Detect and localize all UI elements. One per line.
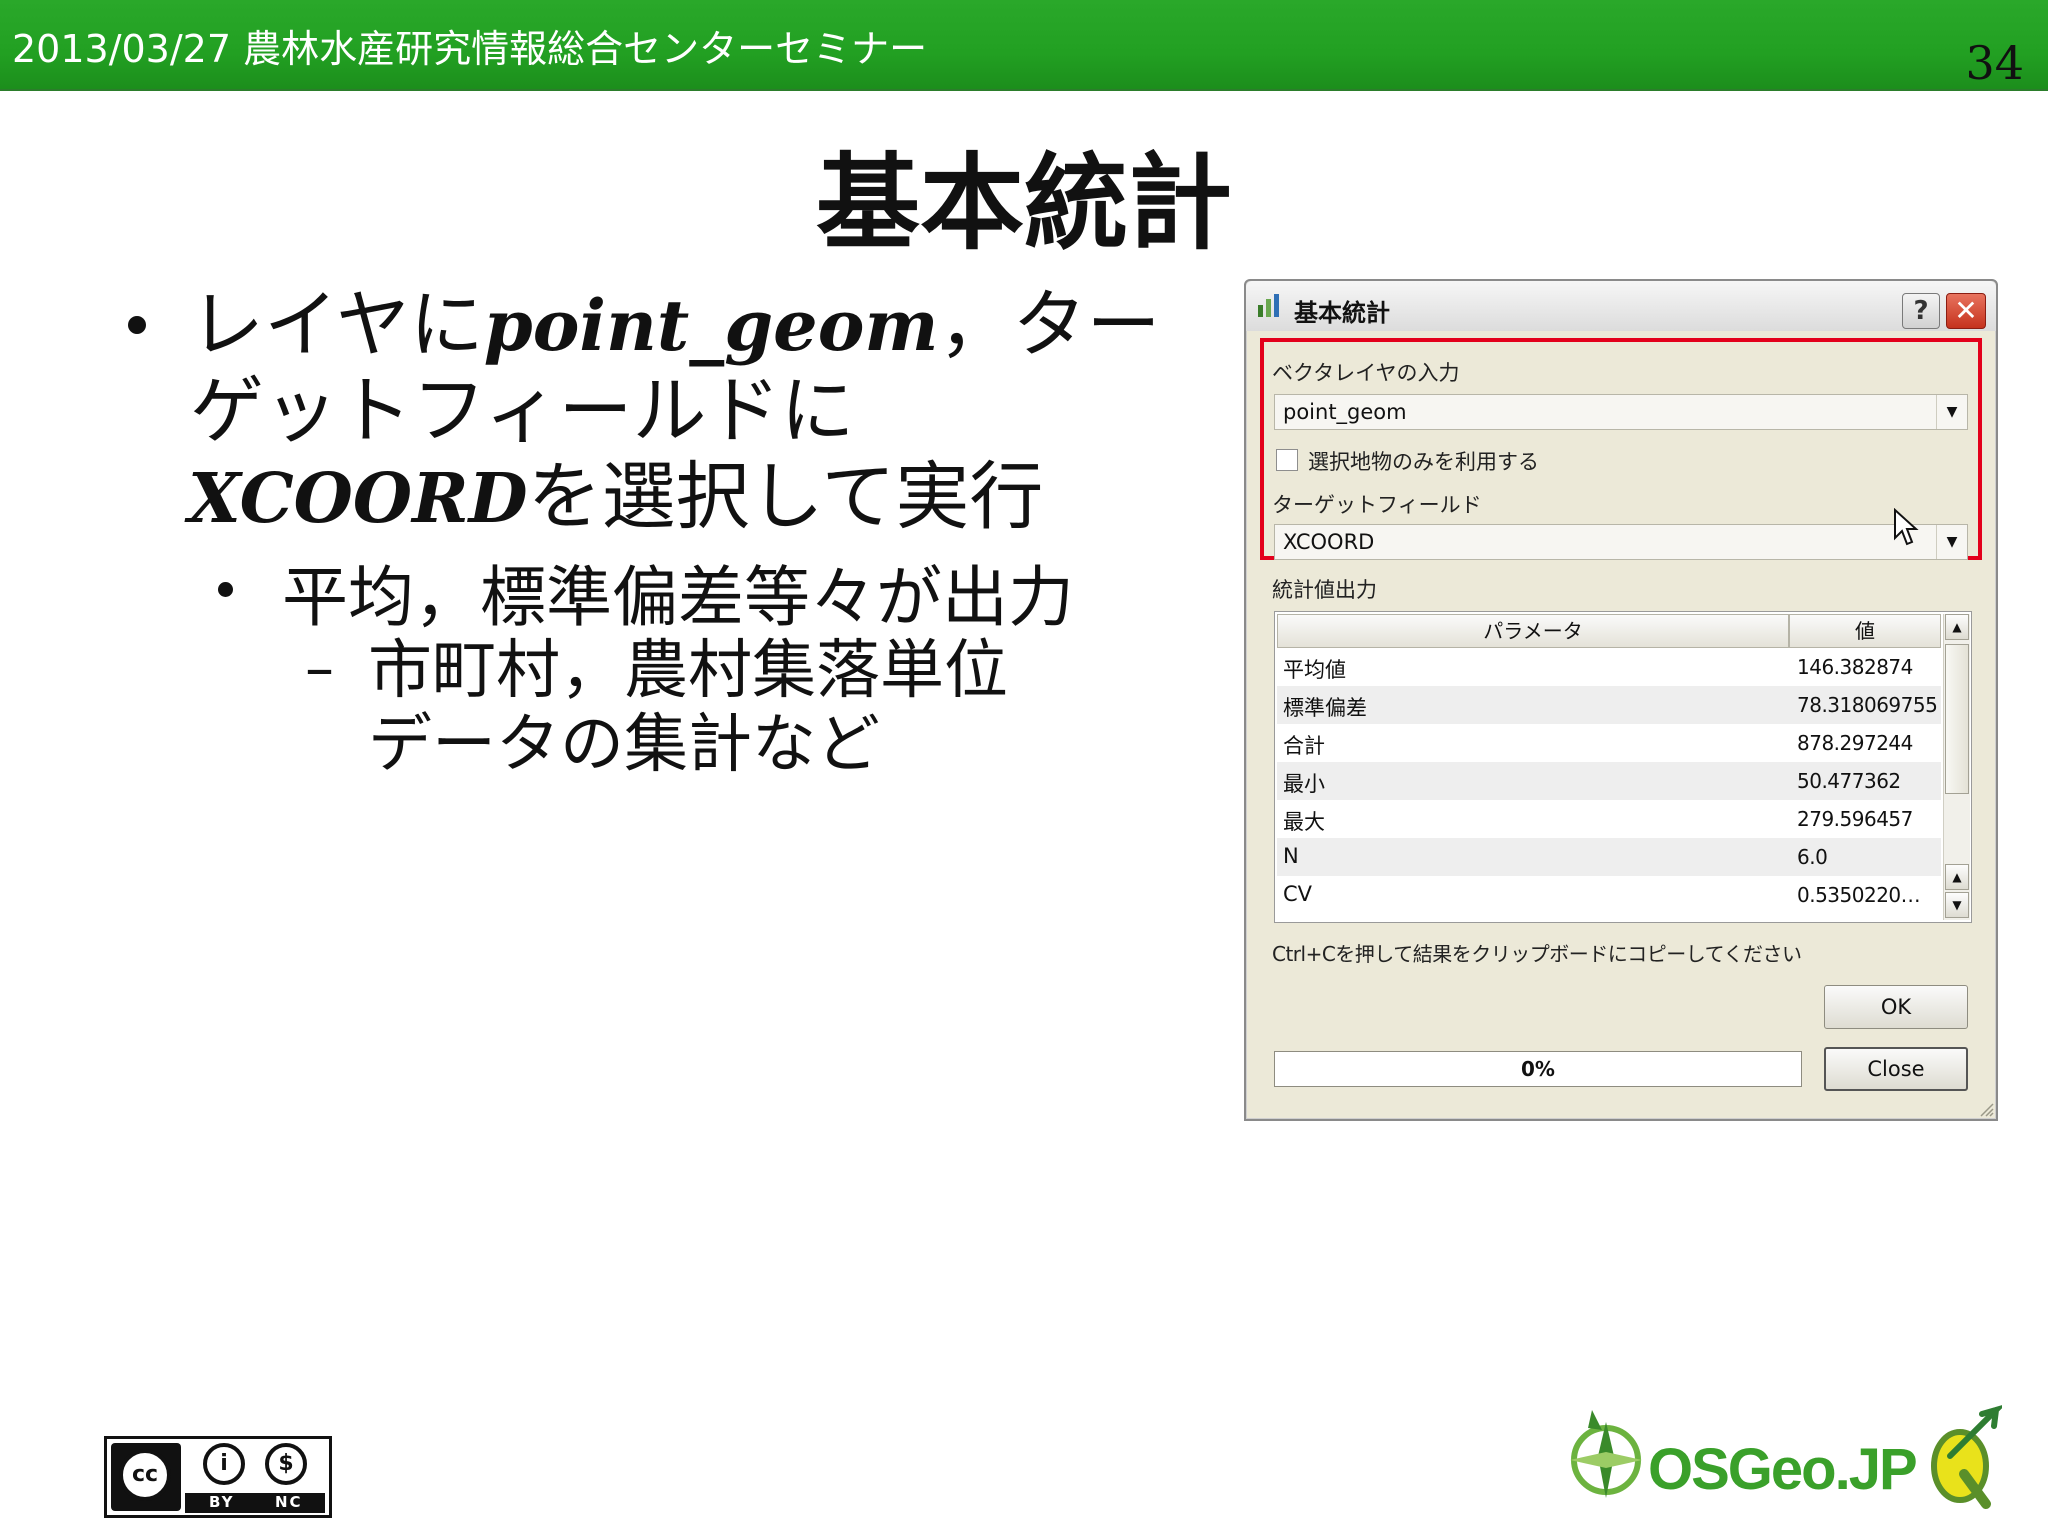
selected-only-checkbox[interactable] — [1276, 449, 1298, 471]
table-row[interactable]: CV 0.5350220… — [1277, 876, 1941, 914]
row-param: N — [1283, 844, 1299, 868]
target-field-label: ターゲットフィールド — [1272, 493, 1482, 517]
bullet1-line3: XCOORDを選択して実行 — [188, 454, 1043, 542]
bullet1-line1: レイヤにpoint_geom，ター — [190, 282, 1160, 369]
clipboard-hint: Ctrl+Cを押して結果をクリップボードにコピーしてください — [1272, 942, 1802, 966]
target-field-combo[interactable]: XCOORD ▼ — [1274, 524, 1968, 560]
row-value: 279.596457 — [1797, 807, 1913, 831]
bullet1-line2: ゲットフィールドに — [190, 368, 855, 454]
progress-text: 0% — [1521, 1057, 1555, 1081]
bullet3-line1: 市町村，農村集落単位 — [368, 634, 1008, 708]
table-row[interactable]: 最小 50.477362 — [1277, 762, 1941, 800]
scrollbar-thumb[interactable] — [1945, 644, 1969, 794]
bullet1-text-pre: レイヤに — [190, 282, 484, 368]
close-button[interactable]: Close — [1824, 1047, 1968, 1091]
stats-output-label: 統計値出力 — [1272, 578, 1377, 602]
vector-layer-value: point_geom — [1283, 400, 1407, 424]
row-value: 0.5350220… — [1797, 883, 1921, 907]
row-value: 78.318069755 — [1797, 693, 1938, 717]
cc-logo-block: cc — [111, 1443, 181, 1511]
stats-table: パラメータ 値 平均値 146.382874 標準偏差 78.318069755… — [1274, 611, 1972, 923]
row-param: CV — [1283, 882, 1313, 906]
bullet-dot — [218, 582, 233, 597]
row-param: 標準偏差 — [1283, 696, 1367, 720]
mouse-cursor-icon — [1894, 508, 1919, 546]
cc-license-badge: cc i $ BY NC — [104, 1436, 332, 1518]
scroll-up-icon[interactable]: ▲ — [1945, 864, 1969, 890]
chevron-down-icon[interactable]: ▼ — [1936, 395, 1967, 429]
cc-by-label: BY — [209, 1493, 235, 1511]
dialog-titlebar[interactable]: 基本統計 ? ✕ — [1246, 281, 1996, 331]
row-param: 最小 — [1283, 772, 1325, 796]
selected-only-label: 選択地物のみを利用する — [1308, 450, 1539, 474]
bullet1-text-run: を選択して実行 — [527, 454, 1044, 540]
qgis-stats-icon — [1258, 294, 1279, 317]
dialog-title: 基本統計 — [1294, 299, 1390, 327]
scroll-up-icon[interactable]: ▲ — [1945, 614, 1969, 640]
header-bar: 2013/03/27 農林水産研究情報総合センターセミナー 34 — [0, 0, 2048, 91]
cc-icon: cc — [119, 1449, 171, 1501]
table-row[interactable]: 平均値 146.382874 — [1277, 648, 1941, 686]
qgis-logo-icon — [1931, 1405, 2002, 1509]
vector-layer-label: ベクタレイヤの入力 — [1272, 361, 1460, 385]
row-param: 最大 — [1283, 810, 1325, 834]
progress-bar: 0% — [1274, 1051, 1802, 1087]
column-header-value[interactable]: 値 — [1789, 614, 1941, 648]
cc-nc-label: NC — [275, 1493, 303, 1511]
table-scrollbar[interactable]: ▲ ▲ ▼ — [1943, 614, 1970, 920]
row-value: 50.477362 — [1797, 769, 1901, 793]
target-field-value: XCOORD — [1283, 530, 1375, 554]
bullet1-text-post: ，ター — [938, 282, 1161, 368]
help-button[interactable]: ? — [1902, 293, 1940, 329]
scroll-down-icon[interactable]: ▼ — [1945, 892, 1969, 918]
osgeo-compass-icon — [1570, 1410, 1642, 1498]
row-value: 146.382874 — [1797, 655, 1913, 679]
bullet3-line2: データの集計など — [368, 708, 880, 782]
row-param: 平均値 — [1283, 658, 1346, 682]
basic-stats-dialog: 基本統計 ? ✕ ベクタレイヤの入力 point_geom ▼ 選択地物のみを利… — [1244, 279, 1998, 1121]
bullet-dot — [128, 316, 146, 334]
row-value: 6.0 — [1797, 845, 1828, 869]
column-header-parameter[interactable]: パラメータ — [1277, 614, 1789, 648]
close-window-button[interactable]: ✕ — [1946, 293, 1986, 329]
ok-button[interactable]: OK — [1824, 985, 1968, 1029]
chevron-down-icon[interactable]: ▼ — [1936, 525, 1967, 559]
row-value: 878.297244 — [1797, 731, 1913, 755]
vector-layer-combo[interactable]: point_geom ▼ — [1274, 394, 1968, 430]
bullet2-text: 平均，標準偏差等々が出力 — [282, 559, 1074, 636]
nc-dollar-icon: $ — [265, 1443, 307, 1485]
table-row[interactable]: N 6.0 — [1277, 838, 1941, 876]
osgeo-text: OSGeo.JP — [1648, 1437, 1918, 1502]
row-param: 合計 — [1283, 734, 1325, 758]
bullet1-code-layer: point_geom — [483, 284, 939, 367]
page-number: 34 — [1965, 36, 2024, 90]
resize-grip-icon[interactable] — [1978, 1101, 1994, 1117]
cc-label-strip: BY NC — [185, 1493, 325, 1513]
table-row[interactable]: 合計 878.297244 — [1277, 724, 1941, 762]
bullet1-code-field: XCOORD — [188, 459, 528, 539]
by-person-icon: i — [203, 1443, 245, 1485]
slide-title: 基本統計 — [815, 142, 1232, 264]
table-row[interactable]: 最大 279.596457 — [1277, 800, 1941, 838]
osgeo-logo: OSGeo.JP — [1562, 1400, 2002, 1520]
dash-marker: – — [305, 634, 334, 702]
table-row[interactable]: 標準偏差 78.318069755 — [1277, 686, 1941, 724]
header-title: 2013/03/27 農林水産研究情報総合センターセミナー — [12, 27, 928, 71]
